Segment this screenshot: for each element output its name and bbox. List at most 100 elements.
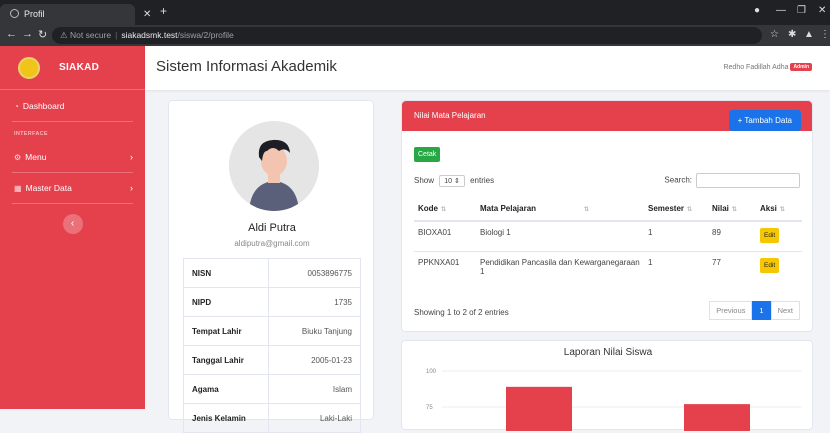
- browser-tab[interactable]: Profil ✕: [0, 4, 151, 25]
- gear-icon: ⚙: [14, 152, 22, 162]
- sidebar: SIAKAD ◔ Dashboard INTERFACE ⚙ Menu › ▦ …: [0, 46, 145, 409]
- sort-icon: ⇅: [687, 206, 693, 213]
- print-button[interactable]: Cetak: [414, 147, 441, 162]
- cell-aksi: Edit: [756, 250, 802, 282]
- pagination-next[interactable]: Next: [770, 301, 800, 320]
- tab-bar: Profil ✕ + ● — ❐ ✕: [0, 0, 830, 25]
- field-label: Jenis Kelamin: [183, 403, 269, 433]
- topbar: Sistem Informasi Akademik Redho Fadillah…: [145, 46, 830, 90]
- close-tab-icon[interactable]: ✕: [143, 4, 151, 25]
- sidebar-brand[interactable]: SIAKAD: [0, 46, 145, 90]
- sort-icon: ⇅: [731, 206, 737, 213]
- table-row: PPKNXA01 Pendidikan Pancasila dan Kewarg…: [414, 250, 802, 282]
- column-header-semester[interactable]: Semester ⇅: [644, 196, 708, 222]
- reload-icon[interactable]: ↻: [38, 28, 47, 41]
- new-tab-icon[interactable]: +: [160, 4, 167, 18]
- student-email: aldiputra@gmail.com: [234, 239, 310, 248]
- user-menu[interactable]: Redho Fadillah Adha Admin: [723, 63, 812, 71]
- menu-dots-icon[interactable]: ⋮: [820, 29, 830, 40]
- warning-icon: ⚠: [60, 30, 68, 40]
- tab-title: Profil: [24, 9, 45, 19]
- sidebar-heading: INTERFACE: [14, 131, 48, 137]
- cell-kode: PPKNXA01: [414, 250, 476, 282]
- back-icon[interactable]: ←: [6, 28, 17, 40]
- search-input[interactable]: [696, 173, 800, 188]
- sort-icon: ⇅: [779, 206, 785, 213]
- entries-select-value: 10: [444, 178, 453, 185]
- field-value: 1735: [268, 287, 361, 317]
- user-name: Redho Fadillah Adha: [723, 64, 789, 71]
- url-input[interactable]: ⚠ Not secure | siakadsmk.test/siswa/2/prof…: [52, 27, 762, 44]
- field-value: 0053896775: [268, 258, 361, 288]
- profile-table: NISN 0053896775 NIPD 1735 Tempat Lahir Biuk…: [183, 258, 361, 433]
- brand-name: SIAKAD: [59, 62, 100, 73]
- profile-row: NIPD 1735: [183, 287, 361, 317]
- address-bar: ← → ↻ ⚠ Not secure | siakadsmk.test/siswa/…: [0, 25, 830, 46]
- cell-semester: 1: [644, 220, 708, 251]
- sidebar-divider: [12, 203, 133, 204]
- student-name: Aldi Putra: [248, 222, 296, 234]
- cell-mata-pelajaran: Biologi 1: [476, 220, 644, 251]
- column-header-label: Semester: [648, 203, 685, 213]
- globe-icon: [10, 9, 19, 18]
- profile-row: Jenis Kelamin Laki-Laki: [183, 403, 361, 433]
- pagination-page[interactable]: 1: [752, 301, 771, 320]
- table-icon: ▦: [14, 183, 22, 193]
- nilai-card: Nilai Mata Pelajaran + Tambah Data Cetak…: [401, 100, 813, 332]
- extensions-icon[interactable]: ✱: [788, 29, 796, 40]
- cell-kode: BIOXA01: [414, 220, 476, 251]
- add-data-button[interactable]: + Tambah Data: [728, 110, 801, 131]
- sidebar-divider: [12, 121, 133, 122]
- field-value: Laki-Laki: [268, 403, 361, 433]
- field-label: Tanggal Lahir: [183, 345, 269, 375]
- sidebar-item-master-data[interactable]: ▦ Master Data ›: [0, 176, 145, 200]
- close-window-icon[interactable]: ✕: [818, 5, 826, 16]
- url-separator: |: [115, 30, 118, 40]
- y-tick-label: 75: [426, 405, 433, 411]
- profile-dot-icon[interactable]: ●: [754, 5, 760, 16]
- laporan-card: Laporan Nilai Siswa 100 75: [401, 340, 813, 431]
- not-secure-label: Not secure: [70, 30, 112, 40]
- forward-icon[interactable]: →: [22, 28, 33, 40]
- field-value: 2005-01-23: [268, 345, 361, 375]
- person-avatar-icon: [229, 121, 319, 211]
- profile-row: NISN 0053896775: [183, 258, 361, 288]
- column-header-nilai[interactable]: Nilai ⇅: [708, 196, 756, 222]
- sidebar-toggle-button[interactable]: ‹: [62, 214, 83, 234]
- cell-semester: 1: [644, 250, 708, 282]
- star-icon[interactable]: ☆: [770, 29, 779, 40]
- browser-chrome: Profil ✕ + ● — ❐ ✕ ← → ↻ ⚠ Not secure | si…: [0, 0, 830, 46]
- account-icon[interactable]: ▲: [804, 29, 814, 40]
- edit-button[interactable]: Edit: [760, 257, 780, 273]
- table-row: BIOXA01 Biologi 1 1 89 Edit: [414, 220, 802, 251]
- sidebar-item-menu[interactable]: ⚙ Menu ›: [0, 145, 145, 169]
- column-header-label: Mata Pelajaran: [480, 203, 537, 213]
- field-value: Islam: [268, 374, 361, 404]
- select-arrows-icon: ⇕: [454, 178, 460, 185]
- bar-chart: 100 75: [426, 369, 802, 431]
- nilai-table: Kode ⇅ Mata Pelajaran ⇅ Semester ⇅ Nilai ⇅ A…: [414, 196, 802, 282]
- maximize-icon[interactable]: ❐: [797, 5, 806, 16]
- field-label: Tempat Lahir: [183, 316, 269, 346]
- pagination: Previous 1 Next: [709, 301, 800, 320]
- page-title: Sistem Informasi Akademik: [156, 58, 337, 75]
- sidebar-item-dashboard[interactable]: ◔ Dashboard: [0, 94, 145, 118]
- entries-select[interactable]: 10 ⇕: [439, 175, 465, 187]
- table-search: Search:: [664, 173, 800, 188]
- profile-row: Tanggal Lahir 2005-01-23: [183, 345, 361, 375]
- chart-bar: [684, 404, 750, 431]
- table-header-row: Kode ⇅ Mata Pelajaran ⇅ Semester ⇅ Nilai ⇅ A…: [414, 196, 802, 222]
- column-header-aksi[interactable]: Aksi ⇅: [756, 196, 802, 222]
- edit-button[interactable]: Edit: [760, 228, 780, 243]
- column-header-mata-pelajaran[interactable]: Mata Pelajaran ⇅: [476, 196, 644, 222]
- entries-label: entries: [470, 176, 495, 185]
- pagination-previous[interactable]: Previous: [709, 301, 753, 320]
- field-label: Agama: [183, 374, 269, 404]
- avatar: [229, 121, 319, 211]
- cell-nilai: 89: [708, 220, 756, 251]
- column-header-label: Aksi: [760, 203, 777, 213]
- column-header-kode[interactable]: Kode ⇅: [414, 196, 476, 222]
- nilai-card-header: Nilai Mata Pelajaran + Tambah Data: [402, 101, 812, 131]
- field-label: NIPD: [183, 287, 269, 317]
- minimize-icon[interactable]: —: [776, 5, 786, 16]
